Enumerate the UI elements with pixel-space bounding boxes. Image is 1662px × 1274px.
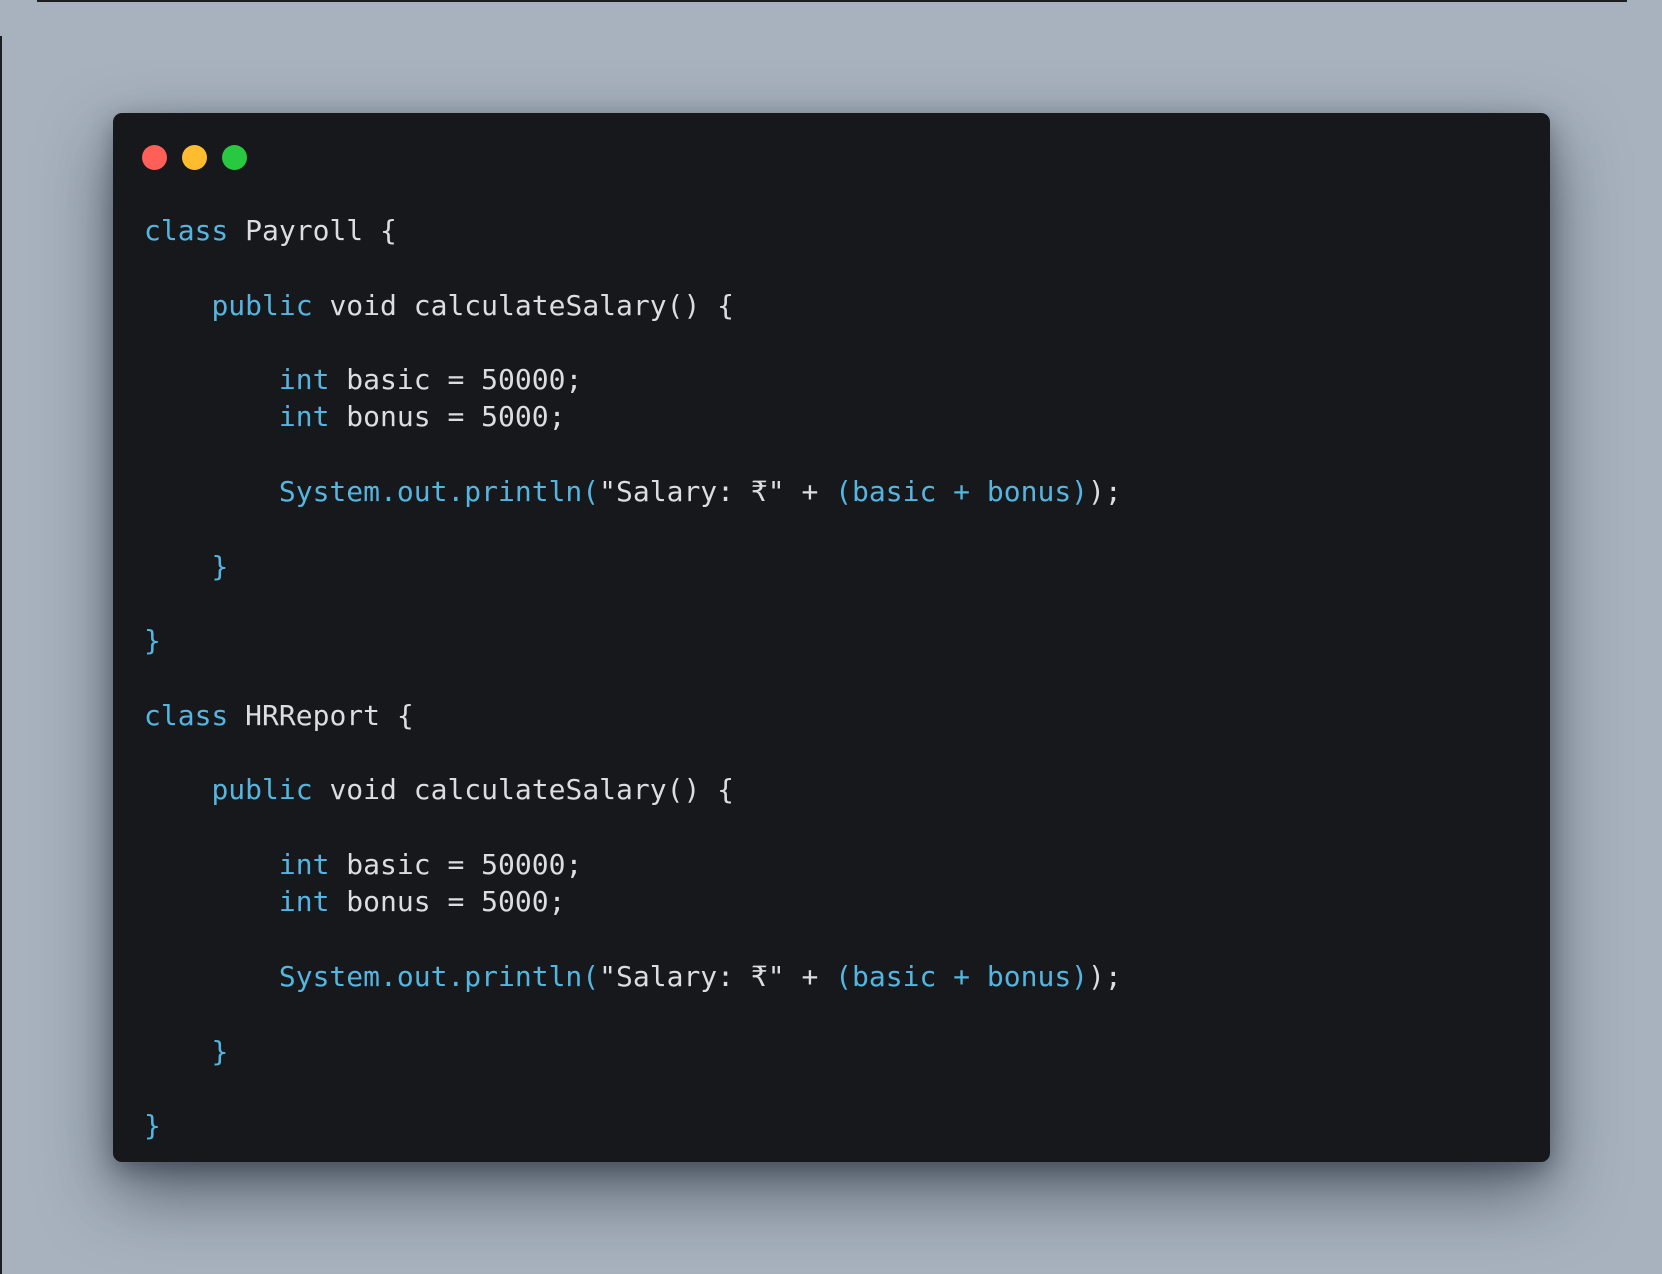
- code-keyword: (basic + bonus): [835, 475, 1089, 509]
- code-line: public void calculateSalary() {: [144, 771, 1122, 808]
- code-line: }: [144, 548, 1122, 585]
- code-line: int basic = 50000;: [144, 846, 1122, 883]
- code-keyword: }: [211, 1034, 229, 1068]
- code-block: class Payroll { public void calculateSal…: [144, 212, 1122, 1144]
- code-line: }: [144, 1107, 1122, 1144]
- code-line: class HRReport {: [144, 697, 1122, 734]
- code-keyword: public: [211, 288, 313, 322]
- code-keyword: }: [211, 549, 229, 583]
- code-keyword: int: [278, 885, 330, 919]
- code-keyword: class: [144, 698, 229, 732]
- window-controls: [142, 145, 247, 170]
- code-text: bonus = 5000;: [329, 885, 566, 919]
- maximize-dot-icon[interactable]: [222, 145, 247, 170]
- code-line: }: [144, 622, 1122, 659]
- code-line: int bonus = 5000;: [144, 883, 1122, 920]
- code-text: "Salary: ₹" +: [599, 475, 836, 509]
- top-border-line: [37, 0, 1627, 2]
- code-keyword: (basic + bonus): [835, 959, 1089, 993]
- code-window: class Payroll { public void calculateSal…: [113, 113, 1550, 1162]
- code-line: System.out.println("Salary: ₹" + (basic …: [144, 473, 1122, 510]
- code-text: );: [1088, 959, 1122, 993]
- code-keyword: System.out.println(: [278, 959, 600, 993]
- code-line: int basic = 50000;: [144, 361, 1122, 398]
- code-text: void calculateSalary() {: [312, 288, 735, 322]
- code-keyword: class: [144, 214, 229, 247]
- close-dot-icon[interactable]: [142, 145, 167, 170]
- code-keyword: }: [144, 624, 161, 658]
- code-text: basic = 50000;: [329, 848, 583, 882]
- code-line: int bonus = 5000;: [144, 398, 1122, 435]
- code-text: "Salary: ₹" +: [599, 959, 836, 993]
- code-line: System.out.println("Salary: ₹" + (basic …: [144, 958, 1122, 995]
- code-text: bonus = 5000;: [329, 400, 566, 434]
- left-border-line: [0, 36, 2, 1274]
- code-line: public void calculateSalary() {: [144, 287, 1122, 324]
- code-keyword: }: [144, 1109, 161, 1143]
- code-keyword: public: [211, 773, 313, 807]
- code-keyword: int: [278, 848, 330, 882]
- code-text: basic = 50000;: [329, 363, 583, 397]
- code-text: HRReport {: [228, 698, 414, 732]
- minimize-dot-icon[interactable]: [182, 145, 207, 170]
- code-line: }: [144, 1033, 1122, 1070]
- code-text: );: [1088, 475, 1122, 509]
- code-text: void calculateSalary() {: [312, 773, 735, 807]
- code-text: Payroll {: [228, 214, 397, 247]
- code-line: class Payroll {: [144, 212, 1122, 249]
- code-keyword: int: [278, 363, 330, 397]
- code-keyword: int: [278, 400, 330, 434]
- code-keyword: System.out.println(: [278, 475, 600, 509]
